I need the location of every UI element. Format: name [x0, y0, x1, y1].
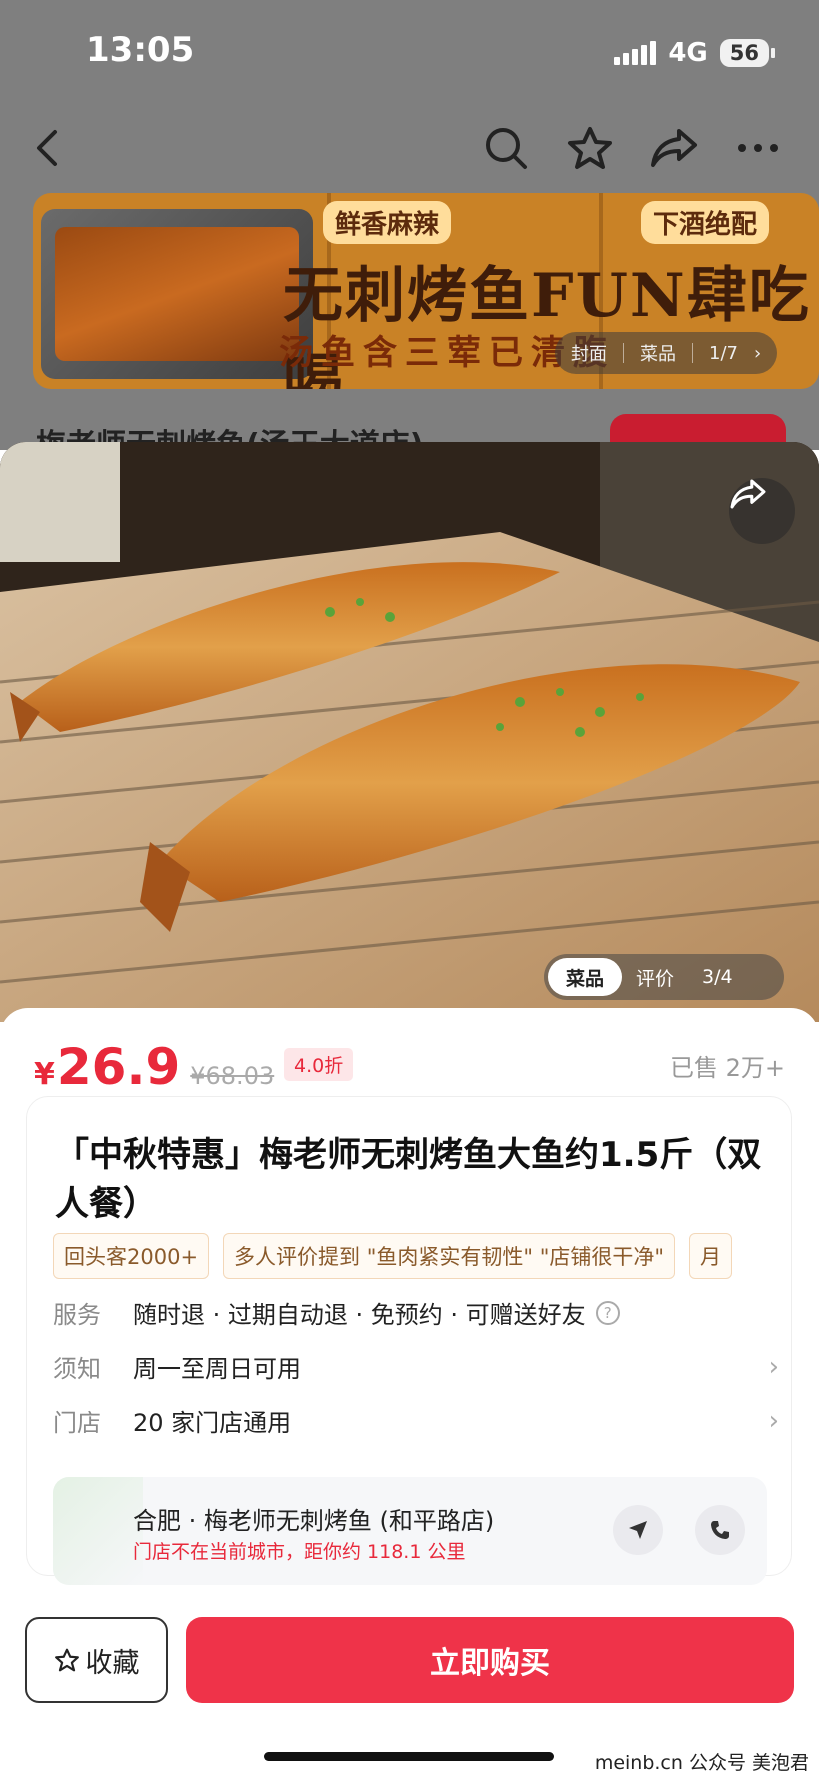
store-distance: 门店不在当前城市，距你约 118.1 公里 [133, 1541, 466, 1563]
product-title: 「中秋特惠」梅老师无刺烤鱼大鱼约1.5斤（双人餐） [55, 1135, 762, 1224]
details-sheet: ¥ 26.9 ¥68.03 4.0折 已售 2万+ 「中秋特惠」梅老师无刺烤鱼大… [0, 1008, 819, 1608]
back-icon[interactable] [20, 120, 76, 176]
banner-tab-cover[interactable]: 封面 [555, 340, 623, 366]
grilled-fish-image [0, 442, 819, 1022]
notice-row[interactable]: 须知 周一至周日可用 › [53, 1349, 783, 1384]
tag-list: 回头客2000+ 多人评价提到 "鱼肉紧实有韧性" "店铺很干净" 月 [53, 1233, 793, 1279]
store-row[interactable]: 门店 20 家门店通用 › [53, 1403, 783, 1438]
store-value: 20 家门店通用 [133, 1409, 292, 1437]
watermark: meinb.cn 公众号 美泡君 [594, 1752, 809, 1772]
product-card: 「中秋特惠」梅老师无刺烤鱼大鱼约1.5斤（双人餐） 回头客2000+ 多人评价提… [26, 1096, 793, 1585]
tag-returning-customers[interactable]: 回头客2000+ [53, 1233, 210, 1279]
price-row: ¥ 26.9 ¥68.03 [34, 1038, 274, 1096]
help-icon[interactable]: ? [595, 1300, 620, 1325]
notice-label: 须知 [53, 1355, 101, 1383]
store-location-card[interactable]: 合肥 · 梅老师无刺烤鱼 (和平路店) 门店不在当前城市，距你约 118.1 公… [53, 1477, 767, 1585]
photo-tabs[interactable]: 菜品 评价 3/4 [544, 954, 784, 1000]
notice-value: 周一至周日可用 [133, 1355, 301, 1383]
star-icon[interactable] [562, 120, 618, 176]
price-value: 26.9 [56, 1038, 181, 1096]
service-value: 随时退 · 过期自动退 · 免预约 · 可赠送好友 [133, 1301, 586, 1329]
map-thumbnail [53, 1477, 143, 1585]
search-icon[interactable] [478, 120, 534, 176]
photo-tab-dishes[interactable]: 菜品 [548, 958, 623, 996]
more-icon[interactable] [730, 120, 786, 176]
battery-icon: 56 [719, 39, 769, 67]
tag-more[interactable]: 月 [689, 1233, 733, 1279]
product-photo[interactable] [0, 442, 819, 1022]
favorite-button[interactable]: 收藏 [25, 1617, 168, 1703]
service-row[interactable]: 服务 随时退 · 过期自动退 · 免预约 · 可赠送好友 ? [53, 1295, 783, 1330]
signal-icon [614, 41, 657, 65]
buy-now-button[interactable]: 立即购买 [186, 1617, 794, 1703]
status-time: 13:05 [86, 30, 195, 70]
original-price: ¥68.03 [190, 1062, 275, 1090]
status-bar: 13:05 4G 56 [0, 0, 819, 110]
banner-tag-left: 鲜香麻辣 [323, 201, 452, 244]
banner-pager[interactable]: 封面 菜品 1/7 › [555, 332, 778, 374]
photo-tab-reviews[interactable]: 评价 [622, 964, 688, 991]
navigate-icon[interactable] [613, 1505, 663, 1555]
sold-count: 已售 2万+ [669, 1054, 785, 1082]
store-label: 门店 [53, 1409, 101, 1437]
store-name: 合肥 · 梅老师无刺烤鱼 (和平路店) [133, 1507, 495, 1535]
tag-review-highlights[interactable]: 多人评价提到 "鱼肉紧实有韧性" "店铺很干净" [223, 1233, 676, 1279]
banner-tab-dishes[interactable]: 菜品 [624, 340, 692, 366]
network-label: 4G [668, 38, 708, 68]
price-symbol: ¥ [34, 1057, 55, 1092]
chevron-right-icon: › [768, 1405, 779, 1436]
discount-badge: 4.0折 [284, 1048, 354, 1081]
home-indicator [264, 1752, 554, 1761]
status-right: 4G 56 [614, 38, 775, 68]
photo-page-index: 3/4 [702, 966, 733, 988]
chevron-right-icon: › [768, 1351, 779, 1382]
phone-icon[interactable] [695, 1505, 745, 1555]
chevron-right-icon: › [753, 342, 762, 364]
bottom-action-bar: 收藏 立即购买 meinb.cn 公众号 美泡君 [0, 1604, 819, 1772]
share-icon[interactable] [646, 120, 702, 176]
banner-tag-right: 下酒绝配 [641, 201, 770, 244]
banner-fish-image [41, 209, 313, 379]
service-label: 服务 [53, 1301, 101, 1329]
photo-share-icon[interactable] [729, 478, 795, 544]
battery-tip [771, 48, 775, 58]
favorite-label: 收藏 [85, 1647, 140, 1679]
top-nav [0, 110, 819, 190]
banner-page-index: 1/7 [709, 342, 738, 364]
star-outline-icon [54, 1648, 79, 1672]
